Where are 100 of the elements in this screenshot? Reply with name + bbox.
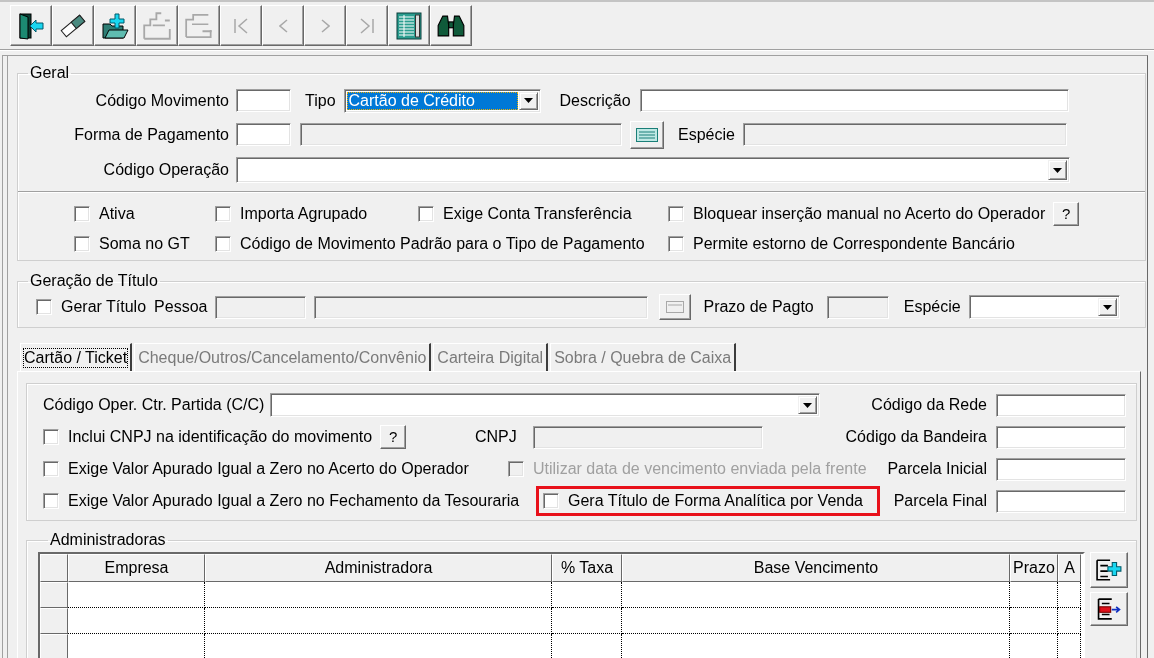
checkbox[interactable]	[36, 299, 52, 315]
table-cell[interactable]	[68, 608, 205, 634]
tab[interactable]: Cartão / Ticket	[20, 343, 133, 371]
table-cell[interactable]	[205, 608, 552, 634]
toolbar-button[interactable]	[430, 5, 472, 46]
checkbox[interactable]	[418, 206, 434, 222]
field-label: Código Operação	[103, 161, 229, 179]
tab[interactable]: Sobra / Quebra de Caixa	[550, 343, 737, 371]
group-title: Geração de Título	[29, 272, 159, 290]
field-label: Espécie	[678, 125, 735, 144]
input-field[interactable]	[996, 489, 1126, 513]
field-label: Pessoa	[154, 298, 208, 316]
row-indicator-cell[interactable]	[40, 608, 68, 634]
table-cell[interactable]	[68, 582, 205, 608]
checkbox[interactable]	[74, 236, 90, 252]
table-minus-icon	[1096, 598, 1122, 620]
column-header[interactable]: % Taxa	[552, 554, 622, 582]
input-field[interactable]	[996, 457, 1126, 481]
toolbar-button[interactable]	[94, 5, 136, 46]
dropdown-field[interactable]: Cartão de Crédito	[343, 88, 541, 113]
lookup-button[interactable]	[630, 120, 664, 149]
dropdown-button[interactable]	[798, 396, 818, 414]
previous-icon	[278, 18, 288, 33]
checkbox[interactable]	[74, 206, 90, 222]
caret-icon	[1102, 304, 1112, 310]
dropdown-button[interactable]	[518, 91, 538, 110]
input-field[interactable]	[236, 123, 291, 146]
help-button[interactable]: ?	[1053, 202, 1080, 226]
checkbox-label: Utilizar data de vencimento enviada pela frente	[533, 460, 867, 478]
input-field[interactable]	[996, 425, 1126, 449]
caret-icon	[1053, 167, 1062, 173]
input-field[interactable]	[996, 393, 1126, 417]
table-cell[interactable]	[622, 582, 1010, 608]
checkbox[interactable]	[668, 236, 684, 252]
field-label: Forma de Pagamento	[74, 125, 229, 144]
folder-minus-icon	[185, 11, 213, 40]
checkbox-label: Soma no GT	[99, 235, 190, 253]
group-title: Administradoras	[49, 531, 167, 549]
selected-value: Cartão de Crédito	[346, 91, 518, 110]
checkbox-label: Código de Movimento Padrão para o Tipo de Pagamento	[240, 235, 645, 253]
checkbox-label: Exige Valor Apurado Igual a Zero no Acerto do Operador	[68, 460, 469, 478]
table-cell[interactable]	[1010, 582, 1058, 608]
checkbox[interactable]	[215, 206, 231, 222]
help-button[interactable]: ?	[380, 425, 407, 449]
field-label: Prazo de Pagto	[703, 298, 814, 316]
folder-plus-icon	[101, 11, 129, 40]
caret-icon	[803, 402, 813, 408]
field-label: Código Movimento	[95, 91, 229, 110]
caret-icon	[523, 98, 533, 103]
checkbox[interactable]	[43, 461, 59, 477]
field-label: CNPJ	[475, 428, 517, 446]
checkbox-label: Bloquear inserção manual no Acerto do Operador	[693, 205, 1046, 223]
add-row-button[interactable]	[1090, 552, 1128, 588]
checkbox[interactable]	[215, 236, 231, 252]
column-header[interactable]: A	[1058, 554, 1081, 582]
dropdown-field[interactable]	[270, 393, 821, 417]
dropdown-field[interactable]	[236, 157, 1070, 183]
checkbox[interactable]	[543, 493, 559, 509]
door-arrow-icon	[17, 11, 45, 40]
remove-row-button[interactable]	[1090, 592, 1128, 626]
field-label: Código da Rede	[871, 396, 987, 414]
column-header[interactable]: Empresa	[68, 554, 205, 582]
dropdown-button[interactable]	[1048, 160, 1067, 180]
table-cell[interactable]	[1058, 608, 1081, 634]
field-label: Espécie	[903, 298, 961, 316]
tab[interactable]: Cheque/Outros/Cancelamento/Convênio	[134, 343, 432, 371]
row-indicator-cell[interactable]	[40, 582, 68, 608]
next-icon	[320, 18, 330, 33]
input-field[interactable]	[236, 89, 291, 112]
last-icon	[360, 17, 374, 34]
group-title: Geral	[29, 64, 71, 82]
checkbox[interactable]	[43, 429, 59, 445]
checkbox[interactable]	[43, 493, 59, 509]
first-icon	[234, 17, 248, 34]
table-cell[interactable]	[552, 582, 622, 608]
field-label: Tipo	[305, 91, 336, 110]
list-icon	[636, 127, 658, 142]
spreadsheet-icon	[395, 11, 423, 40]
table-cell[interactable]	[622, 608, 1010, 634]
folder-icon	[143, 11, 171, 40]
tab[interactable]: Carteira Digital	[433, 343, 549, 371]
field-label: Código da Bandeira	[845, 428, 987, 446]
table-cell[interactable]	[1058, 582, 1081, 608]
dropdown-field[interactable]	[968, 295, 1120, 319]
checkbox-label: Inclui CNPJ na identificação do movimento	[68, 428, 373, 446]
table-cell[interactable]	[205, 582, 552, 608]
table-cell[interactable]	[1010, 608, 1058, 634]
column-header[interactable]: Base Vencimento	[622, 554, 1010, 582]
checkbox[interactable]	[668, 206, 684, 222]
column-header[interactable]: Administradora	[205, 554, 552, 582]
toolbar-button[interactable]	[10, 5, 52, 46]
checkbox-label: Permite estorno de Correspondente Bancário	[693, 235, 1015, 253]
row-indicator-cell[interactable]	[40, 634, 68, 658]
toolbar-button[interactable]	[388, 5, 430, 46]
input-field[interactable]	[639, 89, 1069, 112]
field-label: Código Oper. Ctr. Partida (C/C)	[43, 396, 265, 414]
dropdown-button[interactable]	[1097, 298, 1117, 316]
table-cell[interactable]	[552, 608, 622, 634]
toolbar-button[interactable]	[52, 5, 94, 46]
column-header[interactable]: Prazo	[1010, 554, 1058, 582]
